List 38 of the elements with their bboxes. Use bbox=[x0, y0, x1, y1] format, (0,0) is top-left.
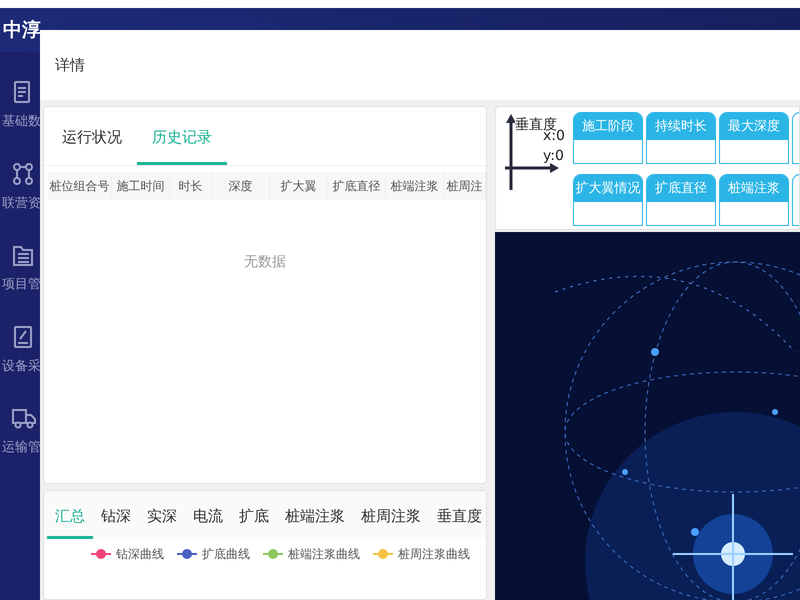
sidebar-item[interactable]: 项目管 bbox=[2, 275, 41, 294]
metric-label: 最大深度 bbox=[720, 113, 788, 140]
app-title: 中淳 bbox=[2, 18, 42, 43]
column-header: 施工时间 bbox=[112, 172, 170, 200]
tab[interactable]: 桩端注浆 bbox=[277, 491, 353, 539]
truck-icon bbox=[12, 406, 36, 430]
legend-label: 桩周注浆曲线 bbox=[398, 546, 470, 563]
list-folder-icon bbox=[12, 243, 36, 267]
tab[interactable]: 实深 bbox=[139, 491, 185, 539]
legend-label: 钻深曲线 bbox=[116, 546, 164, 563]
metric-label: 桩端注浆 bbox=[720, 175, 788, 202]
metric-label: 扩大翼情况 bbox=[574, 175, 642, 202]
dialog-title: 详情 bbox=[54, 54, 86, 76]
column-header: 桩端注浆 bbox=[386, 172, 444, 200]
tab[interactable]: 桩周注浆 bbox=[353, 491, 429, 539]
tab[interactable]: 钻深 bbox=[93, 491, 139, 539]
empty-message: 无数据 bbox=[243, 253, 287, 272]
sidebar-item[interactable]: 运输管 bbox=[2, 438, 41, 458]
column-header: 桩位组合号 bbox=[48, 172, 112, 200]
tab[interactable]: 运行状况 bbox=[47, 107, 137, 165]
metric-label: 施工阶段 bbox=[574, 113, 642, 140]
column-header: 深度 bbox=[212, 172, 270, 200]
column-header: 扩大翼 bbox=[270, 172, 328, 200]
sidebar-item[interactable]: 联营资 bbox=[2, 194, 41, 213]
axis-reading: y:0 bbox=[543, 147, 564, 166]
column-header: 扩底直径 bbox=[328, 172, 386, 200]
metric-label: 扩底直径 bbox=[647, 175, 715, 202]
sidebar-item[interactable]: 设备采 bbox=[2, 356, 41, 376]
sidebar-item[interactable]: 基础数 bbox=[2, 112, 41, 132]
legend-label: 扩底曲线 bbox=[202, 546, 250, 563]
legend-label: 桩端注浆曲线 bbox=[288, 546, 360, 563]
tab[interactable]: 电流 bbox=[185, 491, 231, 539]
metric-label: 持续时长 bbox=[647, 113, 715, 140]
tab[interactable]: 扩底 bbox=[231, 491, 277, 539]
tab[interactable]: 垂直度 bbox=[429, 491, 490, 539]
column-header: 桩周注 bbox=[444, 172, 486, 200]
column-header: 时长 bbox=[170, 172, 212, 200]
nodes-icon bbox=[12, 162, 36, 186]
